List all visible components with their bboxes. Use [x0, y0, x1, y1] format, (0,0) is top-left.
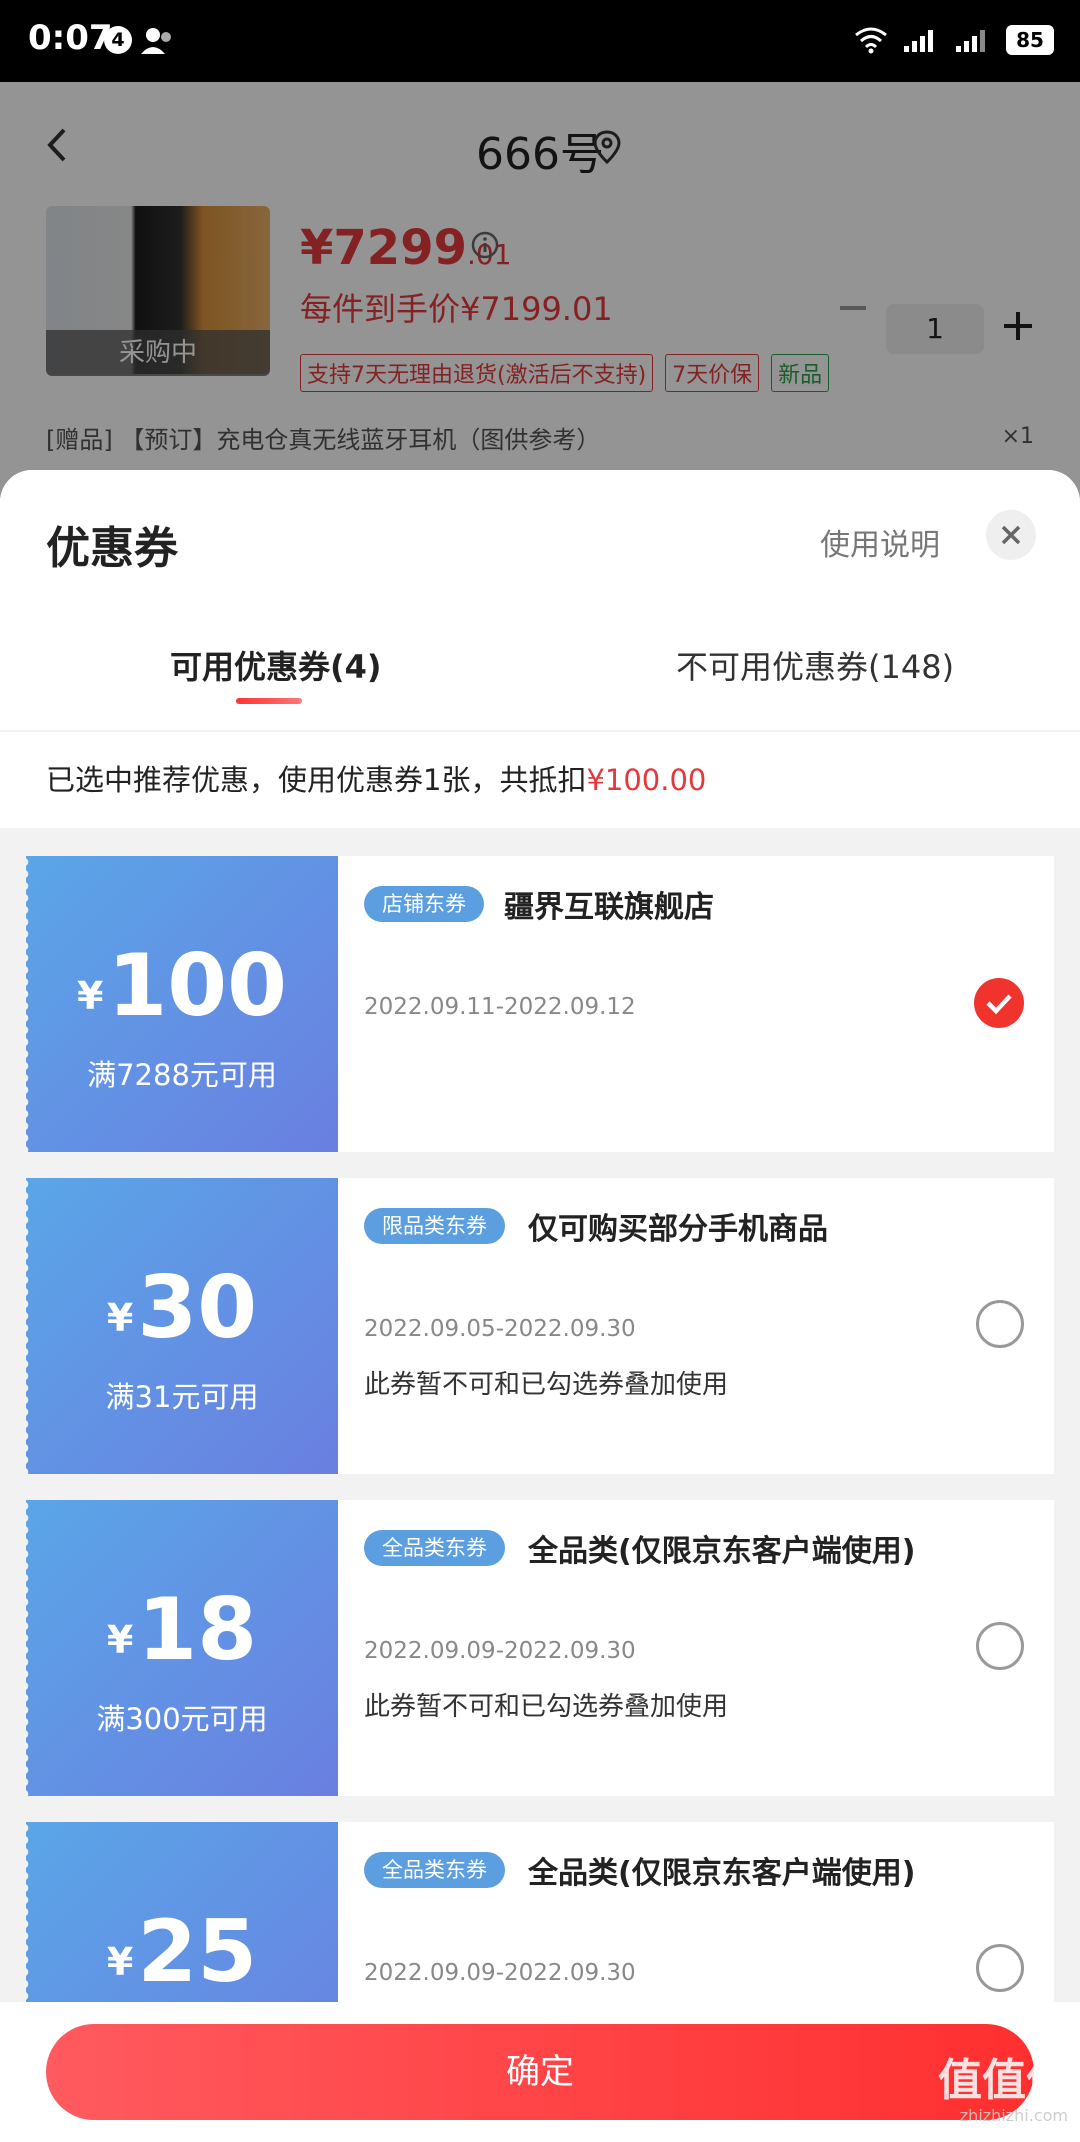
- notification-count-badge: 4: [104, 26, 132, 54]
- coupon-amount: ¥100: [77, 936, 287, 1036]
- coupon-validity-date: 2022.09.09-2022.09.30: [364, 1638, 636, 1664]
- active-tab-indicator: [236, 698, 302, 704]
- tab-unavailable-coupons[interactable]: 不可用优惠券(148): [676, 642, 954, 688]
- signal-icon: [904, 30, 933, 52]
- sheet-title: 优惠券: [46, 523, 178, 574]
- coupon-checkbox[interactable]: [976, 1622, 1024, 1670]
- coupon-amount: ¥25: [106, 1902, 258, 2002]
- signal-icon-2: [956, 30, 985, 52]
- coupon-stacking-note: 此券暂不可和已勾选券叠加使用: [364, 1692, 729, 1722]
- coupon-sheet: 优惠券 使用说明 可用优惠券(4) 不可用优惠券(148) 已选中推荐优惠，使用…: [0, 470, 1080, 2142]
- coupon-stacking-note: 此券暂不可和已勾选券叠加使用: [364, 1370, 729, 1400]
- coupon-checkbox[interactable]: [976, 1944, 1024, 1992]
- coupon-condition: 满31元可用: [105, 1380, 259, 1414]
- coupon-amount: ¥18: [106, 1580, 258, 1680]
- close-button[interactable]: [986, 510, 1036, 560]
- coupon-validity-date: 2022.09.05-2022.09.30: [364, 1316, 636, 1342]
- coupon-value-panel: ¥18 满300元可用: [24, 1500, 338, 1796]
- coupon-type-tag: 店铺东券: [364, 886, 484, 922]
- coupon-checkbox[interactable]: [976, 1300, 1024, 1348]
- coupon-type-tag: 全品类东券: [364, 1530, 505, 1566]
- coupon-validity-date: 2022.09.11-2022.09.12: [364, 994, 636, 1020]
- coupon-title: 全品类(仅限京东客户端使用): [528, 1856, 916, 1891]
- coupon-card[interactable]: ¥18 满300元可用 全品类东券 全品类(仅限京东客户端使用) 2022.09…: [24, 1500, 1054, 1796]
- coupon-validity-date: 2022.09.09-2022.09.30: [364, 1960, 636, 1986]
- coupon-type-tag: 全品类东券: [364, 1852, 505, 1888]
- sheet-header: 优惠券 使用说明 可用优惠券(4) 不可用优惠券(148): [0, 470, 1080, 730]
- watermark-url: zhizhizhi.com: [959, 2106, 1068, 2125]
- close-icon: [1001, 525, 1021, 545]
- recommendation-notice: 已选中推荐优惠，使用优惠券1张，共抵扣¥100.00: [0, 732, 1080, 828]
- battery-indicator: 85: [1006, 25, 1054, 55]
- status-time: 0:07: [28, 18, 113, 58]
- status-bar: 0:07 4 85: [0, 0, 1080, 82]
- coupon-title: 疆界互联旗舰店: [504, 890, 714, 925]
- checkmark-icon: [986, 994, 1012, 1015]
- coupon-card[interactable]: ¥100 满7288元可用 店铺东券 疆界互联旗舰店 2022.09.11-20…: [24, 856, 1054, 1152]
- coupon-title: 仅可购买部分手机商品: [528, 1212, 828, 1247]
- coupon-condition: 满7288元可用: [87, 1058, 277, 1092]
- coupon-type-tag: 限品类东券: [364, 1208, 505, 1244]
- wifi-icon: [855, 27, 887, 54]
- watermark: 值值值: [938, 2055, 1070, 2106]
- coupon-checkbox-checked[interactable]: [974, 978, 1024, 1028]
- person-icon: [141, 28, 171, 54]
- tab-available-coupons[interactable]: 可用优惠券(4): [170, 642, 382, 688]
- coupon-value-panel: ¥100 满7288元可用: [24, 856, 338, 1152]
- usage-instructions-link[interactable]: 使用说明: [820, 520, 940, 564]
- sheet-footer: 确定 值值值 zhizhizhi.com: [0, 2002, 1080, 2142]
- confirm-button[interactable]: 确定: [46, 2024, 1034, 2120]
- coupon-value-panel: ¥30 满31元可用: [24, 1178, 338, 1474]
- coupon-amount: ¥30: [106, 1258, 258, 1358]
- notice-amount: ¥100.00: [586, 763, 707, 797]
- coupon-condition: 满300元可用: [96, 1702, 268, 1736]
- notice-text: 已选中推荐优惠，使用优惠券1张，共抵扣: [46, 763, 587, 797]
- coupon-title: 全品类(仅限京东客户端使用): [528, 1534, 916, 1569]
- coupon-card[interactable]: ¥30 满31元可用 限品类东券 仅可购买部分手机商品 2022.09.05-2…: [24, 1178, 1054, 1474]
